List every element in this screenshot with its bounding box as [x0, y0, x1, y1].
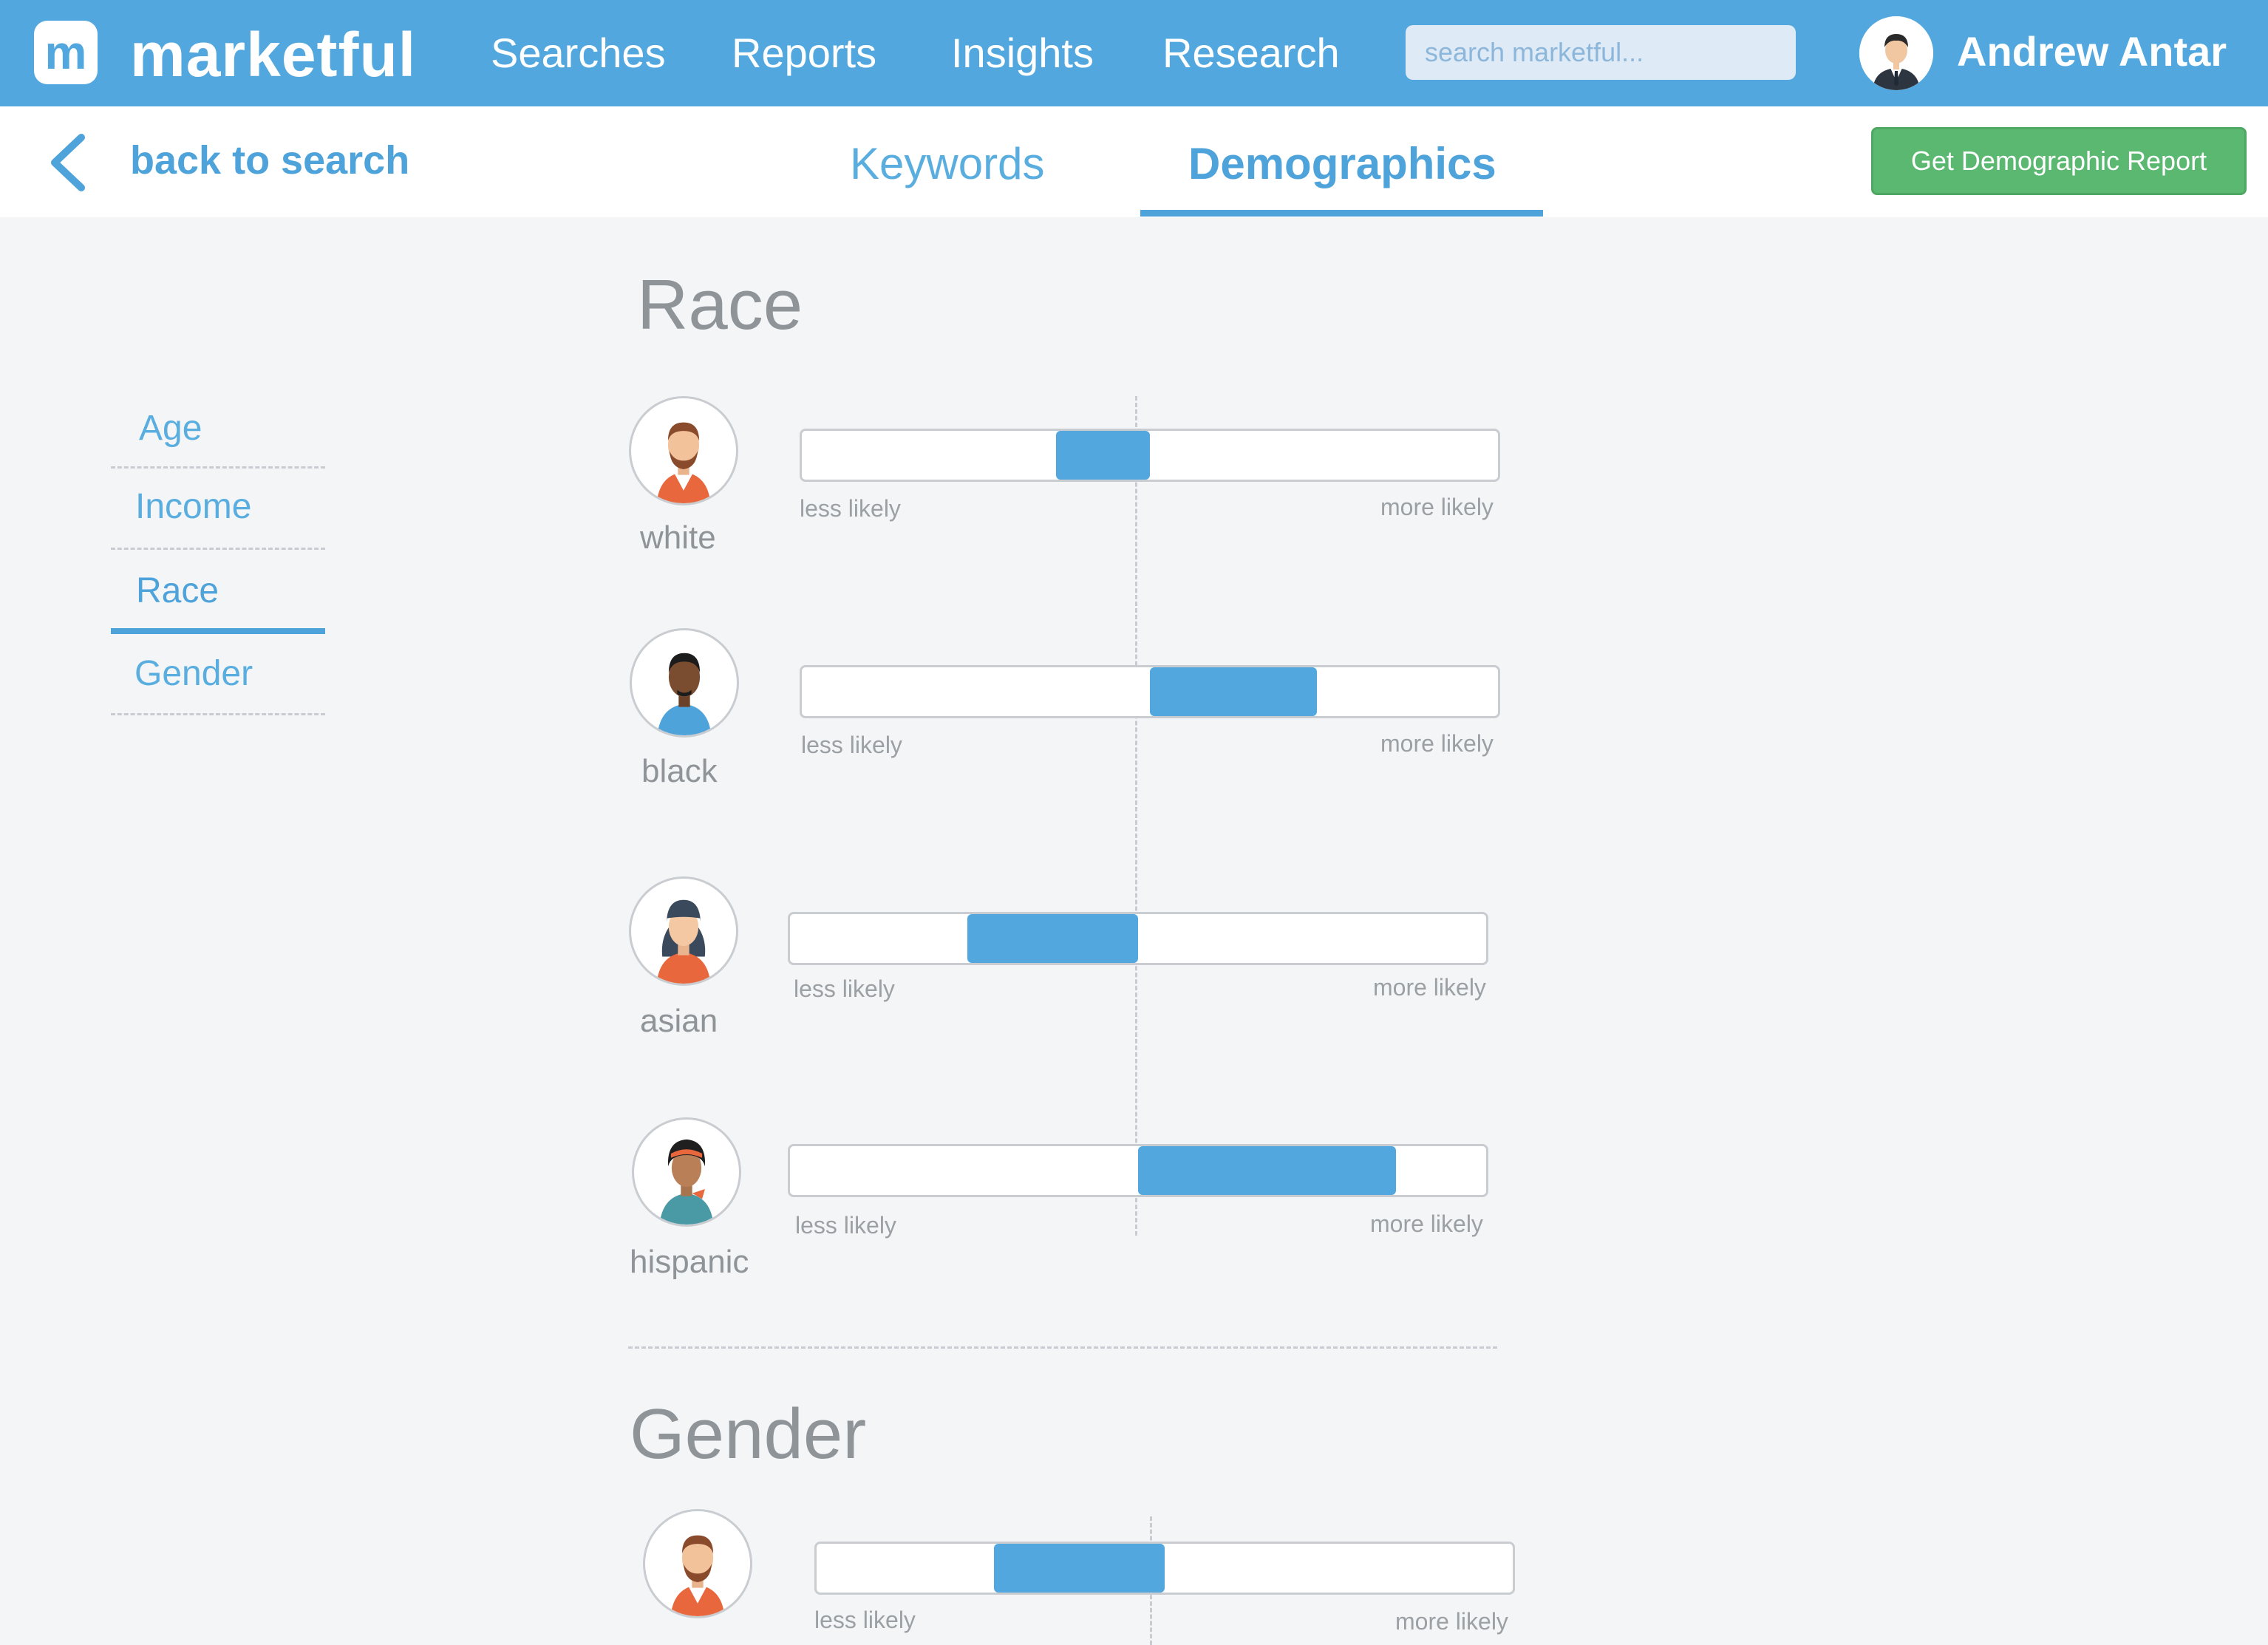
black-person-icon [630, 628, 739, 738]
more-likely-label: more likely [1370, 1210, 1483, 1237]
back-chevron-icon[interactable] [44, 133, 96, 192]
more-likely-label: more likely [1395, 1608, 1508, 1635]
white-person-icon [629, 396, 738, 505]
gender-likelihood-fill [994, 1544, 1165, 1593]
sidebar-item-label: Age [139, 409, 202, 448]
tab-demographics[interactable]: Demographics [1188, 134, 1496, 194]
sidebar-item-age[interactable]: Age [111, 387, 325, 469]
race-label-white: white [640, 520, 716, 556]
section-divider [628, 1346, 1497, 1349]
sidebar-item-income[interactable]: Income [111, 469, 325, 550]
user-name[interactable]: Andrew Antar [1957, 25, 2227, 78]
race-label-asian: asian [640, 1003, 718, 1039]
logo-letter: m [44, 26, 87, 79]
hispanic-likelihood-fill [1138, 1146, 1396, 1195]
sidebar-item-gender[interactable]: Gender [111, 634, 325, 715]
asian-likelihood-fill [967, 914, 1138, 963]
get-demographic-report-button[interactable]: Get Demographic Report [1871, 127, 2247, 195]
less-likely-label: less likely [814, 1607, 916, 1633]
more-likely-label: more likely [1373, 974, 1486, 1001]
top-nav-bar: m marketful Searches Reports Insights Re… [0, 0, 2268, 106]
search-input[interactable] [1406, 25, 1796, 80]
more-likely-label: more likely [1380, 494, 1494, 520]
back-to-search-link[interactable]: back to search [130, 134, 409, 186]
hispanic-likelihood-bar [788, 1144, 1488, 1197]
active-tab-indicator [1140, 210, 1543, 217]
nav-research[interactable]: Research [1162, 27, 1340, 80]
tab-keywords[interactable]: Keywords [850, 134, 1044, 194]
race-label-hispanic: hispanic [630, 1244, 749, 1280]
nav-searches[interactable]: Searches [491, 27, 666, 80]
asian-person-icon [629, 876, 738, 986]
less-likely-label: less likely [800, 495, 901, 522]
sidebar-item-label: Income [135, 487, 252, 526]
less-likely-label: less likely [794, 975, 895, 1002]
male-person-icon [643, 1509, 752, 1618]
less-likely-label: less likely [801, 732, 902, 758]
black-likelihood-bar [800, 665, 1500, 718]
section-title-race: Race [637, 265, 803, 344]
white-likelihood-fill [1055, 431, 1150, 480]
nav-reports[interactable]: Reports [732, 27, 876, 80]
user-avatar-icon [1859, 16, 1933, 90]
black-likelihood-fill [1150, 667, 1318, 716]
sidebar-item-race[interactable]: Race [111, 553, 325, 634]
white-likelihood-bar [800, 429, 1500, 482]
sidebar-item-label: Gender [134, 654, 253, 693]
user-avatar[interactable] [1859, 16, 1933, 90]
gender-likelihood-bar [814, 1542, 1515, 1595]
hispanic-person-icon [632, 1117, 741, 1227]
more-likely-label: more likely [1380, 730, 1494, 757]
less-likely-label: less likely [795, 1212, 896, 1239]
logo-icon[interactable]: m [34, 21, 98, 84]
section-title-gender: Gender [630, 1394, 867, 1474]
brand-name[interactable]: marketful [130, 18, 416, 92]
nav-insights[interactable]: Insights [951, 27, 1094, 80]
sidebar-item-label: Race [136, 571, 219, 610]
race-baseline [1135, 396, 1137, 1236]
asian-likelihood-bar [788, 912, 1488, 965]
race-label-black: black [641, 753, 718, 789]
